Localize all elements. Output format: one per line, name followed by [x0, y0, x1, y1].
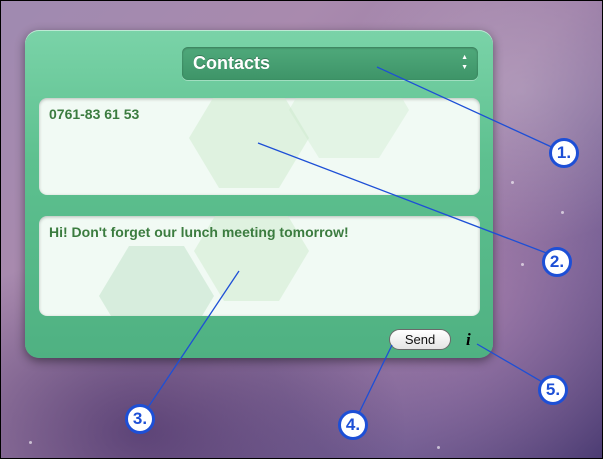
- callout-badge-2: 2.: [542, 247, 572, 277]
- desktop-background: Contacts ▲ ▼ 0761-83 61 53 Hi! Don't for…: [0, 0, 603, 459]
- callout-badge-5: 5.: [538, 375, 568, 405]
- callout-lines: [146, 66, 557, 414]
- callout-badge-3: 3.: [125, 404, 155, 434]
- callout-badge-4: 4.: [338, 410, 368, 440]
- callout-badge-1: 1.: [549, 138, 579, 168]
